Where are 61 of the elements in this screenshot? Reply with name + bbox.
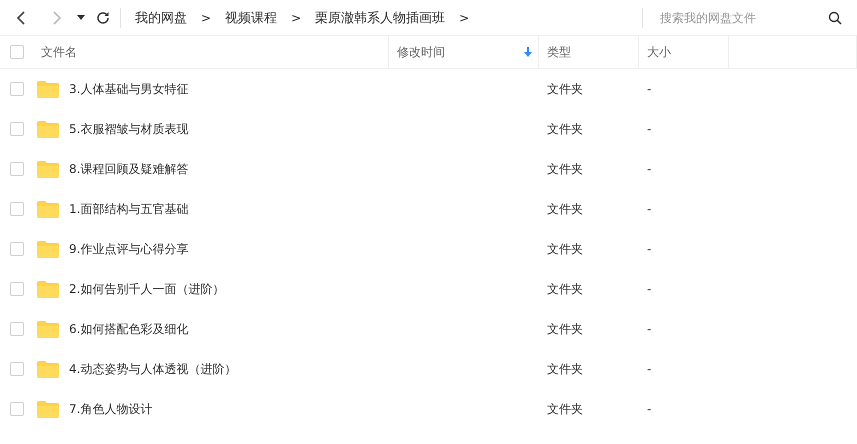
sort-arrow-icon[interactable]	[524, 47, 532, 57]
checkbox[interactable]	[10, 202, 24, 216]
checkbox[interactable]	[10, 162, 24, 176]
folder-icon	[37, 120, 59, 138]
folder-icon	[37, 360, 59, 378]
checkbox[interactable]	[10, 82, 24, 96]
file-size: -	[647, 282, 652, 296]
file-name[interactable]: 3.人体基础与男女特征	[69, 80, 188, 98]
file-type: 文件夹	[547, 282, 583, 296]
checkbox[interactable]	[10, 322, 24, 336]
column-header[interactable]: 大小	[639, 36, 729, 68]
column-header[interactable]: 修改时间	[389, 36, 539, 68]
file-name[interactable]: 2.如何告别千人一面（进阶）	[69, 280, 224, 298]
file-size: -	[647, 82, 652, 96]
breadcrumb-separator: >	[290, 10, 302, 24]
breadcrumb-link[interactable]: 栗原澈韩系人物插画班	[311, 8, 450, 26]
file-type: 文件夹	[547, 162, 583, 176]
file-size: -	[647, 162, 652, 176]
folder-icon	[37, 320, 59, 338]
search-icon[interactable]	[827, 10, 843, 26]
breadcrumb-link[interactable]: 我的网盘	[131, 8, 191, 26]
file-name[interactable]: 1.面部结构与五官基础	[69, 200, 188, 218]
back-icon[interactable]	[16, 10, 26, 24]
checkbox[interactable]	[10, 282, 24, 296]
file-name[interactable]: 7.角色人物设计	[69, 400, 152, 418]
column-header[interactable]: 类型	[539, 36, 639, 68]
folder-icon	[37, 240, 59, 258]
file-type: 文件夹	[547, 202, 583, 216]
file-size: -	[647, 402, 652, 416]
checkbox[interactable]	[10, 242, 24, 256]
column-header[interactable]: 文件名	[33, 36, 389, 68]
breadcrumb-separator: >	[458, 10, 470, 24]
file-size: -	[647, 122, 652, 136]
refresh-icon[interactable]	[96, 10, 110, 24]
file-size: -	[647, 322, 652, 336]
file-type: 文件夹	[547, 322, 583, 336]
file-type: 文件夹	[547, 402, 583, 416]
file-size: -	[647, 202, 652, 216]
file-name[interactable]: 6.如何搭配色彩及细化	[69, 320, 188, 338]
folder-icon	[37, 400, 59, 418]
file-name[interactable]: 4.动态姿势与人体透视（进阶）	[69, 360, 236, 378]
file-type: 文件夹	[547, 82, 583, 96]
dropdown-caret-icon[interactable]	[77, 14, 85, 20]
file-type: 文件夹	[547, 362, 583, 376]
checkbox[interactable]	[10, 45, 24, 59]
breadcrumb-link[interactable]: 视频课程	[221, 8, 282, 26]
folder-icon	[37, 200, 59, 218]
file-name[interactable]: 8.课程回顾及疑难解答	[69, 160, 188, 178]
file-type: 文件夹	[547, 242, 583, 256]
folder-icon	[37, 160, 59, 178]
checkbox[interactable]	[10, 402, 24, 416]
checkbox[interactable]	[10, 362, 24, 376]
file-type: 文件夹	[547, 122, 583, 136]
folder-icon	[37, 280, 59, 298]
file-name[interactable]: 9.作业点评与心得分享	[69, 240, 188, 258]
file-size: -	[647, 242, 652, 256]
file-size: -	[647, 362, 652, 376]
file-name[interactable]: 5.衣服褶皱与材质表现	[69, 120, 188, 138]
breadcrumb-separator: >	[200, 10, 212, 24]
folder-icon	[37, 80, 59, 98]
checkbox[interactable]	[10, 122, 24, 136]
